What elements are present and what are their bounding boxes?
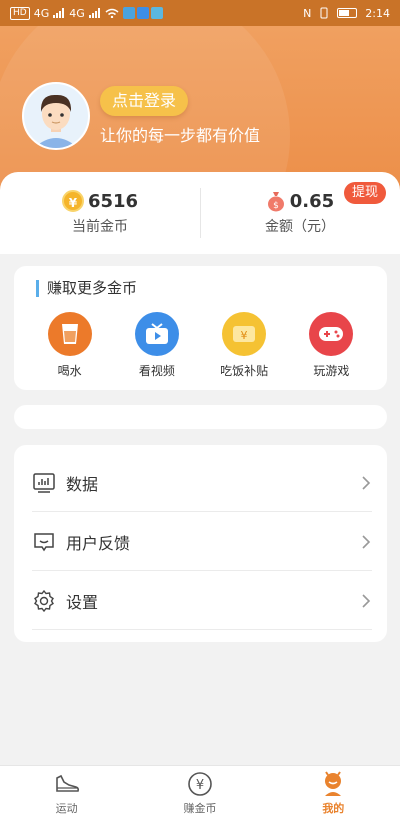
nav-label: 赚金币	[183, 801, 217, 815]
amount-label: 金额（元）	[265, 219, 335, 235]
menu-item-data[interactable]: 数据	[32, 454, 372, 512]
vibrate-icon	[320, 7, 328, 19]
svg-text:¥: ¥	[196, 778, 204, 793]
battery-icon	[337, 8, 358, 18]
earn-card-title: 赚取更多金币	[36, 280, 137, 297]
earn-item-play-games[interactable]: 玩游戏	[291, 312, 371, 379]
menu-item-feedback[interactable]: 用户反馈	[32, 513, 372, 571]
earn-item-label: 喝水	[57, 364, 82, 378]
amount-stat[interactable]: $ 0.65 金额（元） 提现	[200, 172, 400, 254]
earn-coins-card: 赚取更多金币 喝水 看视频 ¥ 吃饭补贴 玩游戏	[14, 266, 387, 390]
gear-icon	[34, 589, 54, 612]
nav-tab-earn-coins[interactable]: ¥ 赚金币	[133, 766, 266, 819]
avatar-illustration	[24, 84, 88, 148]
profile-icon	[325, 770, 342, 796]
menu-item-label: 设置	[66, 592, 99, 612]
clock: 2:14	[365, 6, 390, 20]
nav-tab-exercise[interactable]: 运动	[0, 766, 133, 819]
nfc-icon: N	[303, 6, 312, 20]
header-subtitle: 让你的每一步都有价值	[100, 126, 261, 145]
earn-item-drink-water[interactable]: 喝水	[30, 312, 110, 379]
chevron-right-icon	[362, 534, 371, 549]
earn-items: 喝水 看视频 ¥ 吃饭补贴 玩游戏	[14, 312, 387, 379]
svg-text:$: $	[273, 201, 279, 211]
signal-icon-2	[88, 8, 100, 18]
earn-item-label: 玩游戏	[313, 364, 350, 378]
nav-label: 我的	[322, 801, 345, 815]
menu-item-label: 数据	[66, 474, 99, 494]
coins-stat[interactable]: ¥ 6516 当前金币	[0, 172, 200, 254]
status-bar: HD 4G 4G N 2:14	[0, 0, 400, 26]
yuan-coin-icon: ¥	[188, 771, 212, 796]
coin-icon: ¥	[61, 190, 84, 212]
amount-value: 0.65	[289, 190, 335, 212]
chevron-right-icon	[362, 593, 371, 608]
bottom-nav: 运动 ¥ 赚金币 我的	[0, 765, 400, 819]
empty-banner-card	[14, 405, 387, 429]
earn-item-label: 看视频	[138, 364, 175, 378]
settings-menu-card: 数据 用户反馈 设置	[14, 445, 387, 642]
cup-icon	[47, 312, 92, 356]
earn-item-label: 吃饭补贴	[220, 364, 269, 378]
app-notification-icons	[122, 7, 163, 19]
chart-monitor-icon	[33, 472, 55, 493]
wifi-icon	[105, 8, 119, 18]
hd-indicator: HD	[10, 6, 30, 20]
gamepad-icon	[309, 312, 354, 356]
nav-label: 运动	[55, 801, 78, 815]
signal-icon	[53, 8, 65, 18]
ticket-icon: ¥	[222, 312, 267, 356]
feedback-icon	[34, 532, 54, 551]
menu-item-label: 用户反馈	[66, 533, 131, 553]
earn-item-watch-video[interactable]: 看视频	[117, 312, 197, 379]
stats-panel: ¥ 6516 当前金币 $ 0.65 金额（元） 提现	[0, 172, 400, 254]
chevron-right-icon	[362, 475, 371, 490]
login-button[interactable]: 点击登录	[100, 86, 189, 116]
money-bag-icon: $	[267, 192, 284, 212]
network-indicator: 4G	[33, 6, 50, 20]
shoe-icon	[55, 774, 79, 792]
coins-value: 6516	[87, 190, 139, 212]
tv-icon	[134, 312, 179, 356]
network-indicator-2: 4G	[69, 6, 85, 20]
earn-item-meal-subsidy[interactable]: ¥ 吃饭补贴	[204, 312, 284, 379]
avatar[interactable]	[22, 82, 90, 150]
coins-label: 当前金币	[72, 219, 128, 235]
nav-tab-mine[interactable]: 我的	[267, 766, 400, 819]
menu-item-settings[interactable]: 设置	[32, 572, 372, 630]
withdraw-button[interactable]: 提现	[343, 182, 386, 204]
svg-text:¥: ¥	[241, 329, 248, 342]
